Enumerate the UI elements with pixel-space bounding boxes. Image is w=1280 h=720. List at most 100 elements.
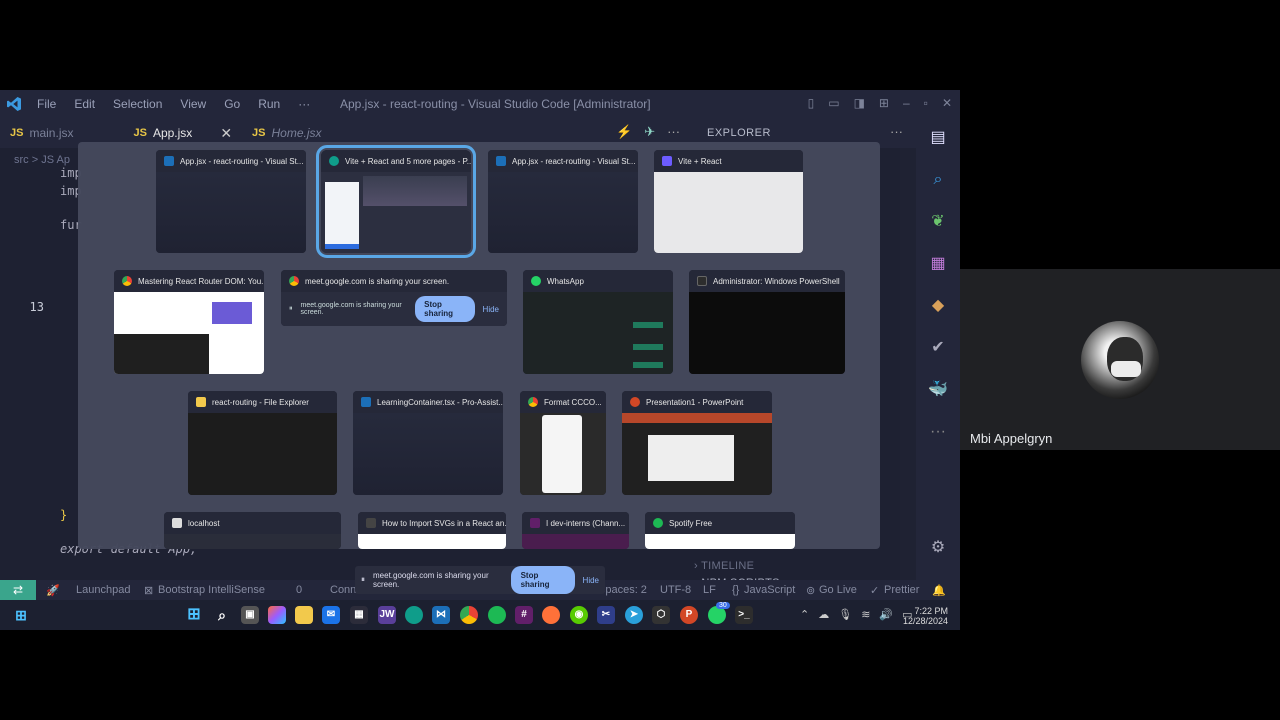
volume-icon[interactable]: 🔊 [879, 608, 893, 621]
window-card[interactable]: Presentation1 - PowerPoint [622, 391, 772, 495]
ai-icon [366, 518, 376, 528]
copilot-icon[interactable] [268, 606, 286, 624]
telegram-icon[interactable]: ➤ [625, 606, 643, 624]
search-icon[interactable]: ⌕ [213, 606, 231, 624]
toggle-panel-icon[interactable]: ▭ [828, 96, 839, 110]
explorer-more-icon[interactable]: ··· [890, 124, 903, 139]
status-golive[interactable]: Go Live [819, 584, 857, 596]
window-card[interactable]: react-routing - File Explorer [188, 391, 337, 495]
folder-icon [196, 397, 206, 407]
status-launchpad[interactable]: Launchpad [76, 584, 130, 596]
menu-edit[interactable]: Edit [65, 97, 104, 111]
hide-link[interactable]: Hide [583, 576, 599, 585]
minimize-icon[interactable]: – [903, 96, 910, 110]
window-card-selected[interactable]: Vite + React and 5 more pages - P... [316, 145, 476, 258]
window-card[interactable]: Vite + React [654, 150, 803, 253]
docker-icon[interactable]: 🐳 [928, 380, 948, 400]
participant-name: Mbi Appelgryn [970, 431, 1053, 446]
window-card[interactable]: I dev-interns (Chann... [522, 512, 629, 549]
chrome-icon[interactable] [460, 606, 478, 624]
status-language[interactable]: JavaScript [744, 584, 795, 596]
search-icon[interactable]: ⌕ [928, 170, 948, 190]
close-icon[interactable]: ✕ [942, 96, 952, 110]
status-prettier[interactable]: Prettier [884, 584, 919, 596]
window-card[interactable]: App.jsx - react-routing - Visual St... [488, 150, 638, 253]
menu-go[interactable]: Go [215, 97, 249, 111]
toggle-sidebar-icon[interactable]: ▯ [808, 96, 815, 110]
more-actions-icon[interactable]: ··· [667, 124, 680, 140]
slack-icon[interactable]: # [515, 606, 533, 624]
window-card[interactable]: How to Import SVGs in a React an... [358, 512, 506, 549]
check-icon[interactable]: ✔ [928, 338, 948, 358]
toggle-secondary-sidebar-icon[interactable]: ◨ [854, 96, 865, 110]
window-card[interactable]: Format CCCO... [520, 391, 606, 495]
cloud-icon[interactable]: ☁ [818, 608, 829, 621]
participant-tile[interactable]: Mbi Appelgryn [960, 269, 1280, 450]
store-icon[interactable]: ▦ [350, 606, 368, 624]
window-card[interactable]: Spotify Free [645, 512, 795, 549]
status-encoding[interactable]: UTF-8 [660, 584, 691, 596]
window-card[interactable]: LearningContainer.tsx - Pro-Assist... [353, 391, 503, 495]
stop-sharing-button[interactable]: Stop sharing [510, 566, 575, 594]
clock-date: 12/28/2024 [902, 616, 948, 626]
window-card-share[interactable]: meet.google.com is sharing your screen. … [281, 270, 507, 326]
spotify-icon[interactable] [488, 606, 506, 624]
close-tab-icon[interactable]: ✕ [220, 125, 232, 142]
window-card[interactable]: Administrator: Windows PowerShell [689, 270, 845, 374]
microphone-icon[interactable]: 🎙 [838, 608, 852, 621]
powerpoint-icon [630, 397, 640, 407]
source-control-icon[interactable]: ❦ [928, 212, 948, 232]
file-explorer-icon[interactable] [295, 606, 313, 624]
show-desktop-icon[interactable]: ⊞ [12, 606, 30, 624]
status-connection[interactable]: Conn [330, 584, 356, 596]
terminal-icon[interactable]: >_ [735, 606, 753, 624]
snipping-icon[interactable]: ✂ [597, 606, 615, 624]
status-spaces[interactable]: Spaces: 2 [598, 584, 647, 596]
pause-icon: ⏸ [361, 575, 365, 584]
menu-view[interactable]: View [171, 97, 215, 111]
menu-run[interactable]: Run [249, 97, 289, 111]
duolingo-icon[interactable]: ◉ [570, 606, 588, 624]
postman-icon[interactable] [542, 606, 560, 624]
mail-icon[interactable]: ✉ [322, 606, 340, 624]
menu-file[interactable]: File [28, 97, 65, 111]
status-eol[interactable]: LF [703, 584, 716, 596]
deploy-icon[interactable]: ✈ [644, 124, 655, 140]
window-card[interactable]: Mastering React Router DOM: You... [114, 270, 264, 374]
menu-selection[interactable]: Selection [104, 97, 171, 111]
remote-icon[interactable]: ⇄ [0, 580, 36, 600]
run-icon[interactable]: ⚡ [616, 124, 632, 140]
tab-label: main.jsx [29, 126, 74, 140]
stop-sharing-button[interactable]: Stop sharing [415, 296, 475, 322]
notifications-icon[interactable]: 🔔 [932, 584, 946, 597]
clock[interactable]: 7:22 PM 12/28/2024 [903, 606, 948, 626]
3d-icon[interactable]: ⬡ [652, 606, 670, 624]
start-icon[interactable]: ⊞ [185, 606, 203, 624]
status-bootstrap[interactable]: Bootstrap IntelliSense [158, 584, 265, 596]
clock-time: 7:22 PM [914, 606, 948, 616]
chevron-up-icon[interactable]: ⌃ [800, 608, 809, 621]
vscode-taskbar-icon[interactable]: ⋈ [432, 606, 450, 624]
package-icon[interactable]: ◆ [928, 296, 948, 316]
wifi-icon[interactable]: ≋ [861, 608, 870, 621]
layout-icon[interactable]: ⊞ [879, 96, 889, 110]
menu-more[interactable]: ··· [289, 97, 319, 111]
window-title: Spotify Free [669, 518, 713, 528]
extensions-icon[interactable]: ▦ [928, 254, 948, 274]
breadcrumb[interactable]: src > JS Ap [14, 154, 70, 166]
tab-main-jsx[interactable]: JS main.jsx [0, 118, 83, 148]
hide-link[interactable]: Hide [483, 305, 499, 314]
window-card[interactable]: WhatsApp [523, 270, 673, 374]
jw-icon[interactable]: JW [378, 606, 396, 624]
edge-icon[interactable] [405, 606, 423, 624]
window-card[interactable]: localhost [164, 512, 341, 549]
window-card[interactable]: App.jsx - react-routing - Visual St... [156, 150, 306, 253]
files-icon[interactable]: ▤ [928, 128, 948, 148]
status-count[interactable]: 0 [296, 584, 302, 596]
task-view-icon[interactable]: ▣ [241, 606, 259, 624]
settings-gear-icon[interactable]: ⚙ [928, 538, 948, 558]
maximize-icon[interactable]: ▫ [924, 96, 928, 110]
powerpoint-icon[interactable]: P [680, 606, 698, 624]
more-icon[interactable]: ··· [928, 422, 948, 442]
timeline-section[interactable]: › TIMELINE [694, 560, 780, 572]
